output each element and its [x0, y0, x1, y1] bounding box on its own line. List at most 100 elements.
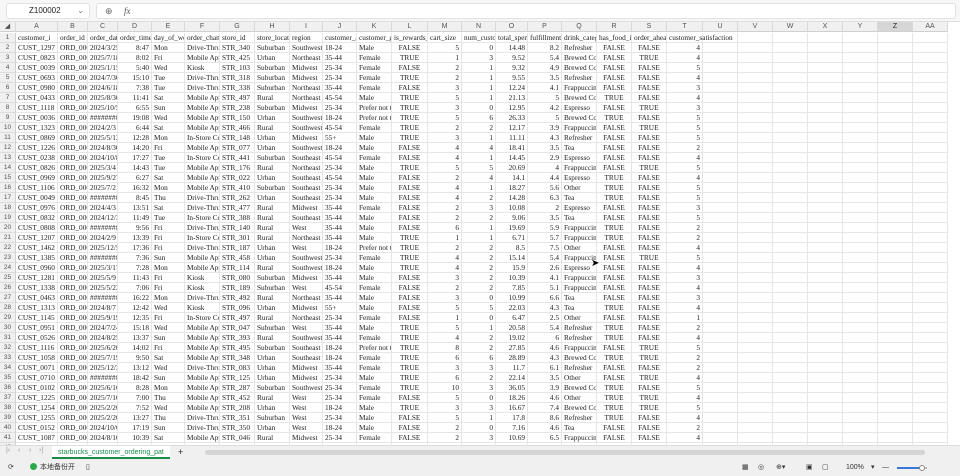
table-cell[interactable] — [913, 143, 948, 153]
table-cell[interactable]: 11:43 — [118, 273, 152, 283]
table-cell[interactable]: 2 — [428, 283, 462, 293]
table-cell[interactable]: 4 — [667, 93, 703, 103]
table-cell[interactable] — [808, 393, 843, 403]
table-cell[interactable]: 6 — [428, 223, 462, 233]
table-cell[interactable]: 2025/7/19 — [88, 353, 118, 363]
table-cell[interactable]: ORD_00000 — [58, 283, 88, 293]
table-cell[interactable] — [913, 213, 948, 223]
table-cell[interactable]: 10.99 — [496, 293, 528, 303]
table-cell[interactable] — [878, 273, 913, 283]
table-cell[interactable]: 22.03 — [496, 303, 528, 313]
table-cell[interactable]: Refresher — [562, 333, 597, 343]
table-cell[interactable]: FALSE — [632, 323, 667, 333]
table-cell[interactable]: Fri — [152, 223, 185, 233]
table-cell[interactable]: 5 — [528, 113, 562, 123]
table-cell[interactable]: ORD_00000 — [58, 173, 88, 183]
header-cell[interactable] — [808, 33, 843, 43]
table-cell[interactable]: TRUE — [632, 343, 667, 353]
table-cell[interactable]: 4 — [428, 253, 462, 263]
table-cell[interactable]: 3 — [667, 203, 703, 213]
table-cell[interactable] — [773, 393, 808, 403]
table-cell[interactable]: Tue — [152, 163, 185, 173]
table-cell[interactable]: Rural — [255, 293, 290, 303]
header-cell[interactable] — [843, 33, 878, 43]
table-cell[interactable]: Tea — [562, 303, 597, 313]
table-cell[interactable] — [878, 73, 913, 83]
table-cell[interactable]: Espresso — [562, 203, 597, 213]
table-cell[interactable]: Wed — [152, 113, 185, 123]
table-cell[interactable]: TRUE — [392, 73, 428, 83]
table-cell[interactable]: Southwest — [290, 333, 323, 343]
table-cell[interactable]: TRUE — [392, 233, 428, 243]
table-cell[interactable]: 9.06 — [496, 213, 528, 223]
table-cell[interactable]: FALSE — [632, 153, 667, 163]
table-cell[interactable] — [843, 373, 878, 383]
table-cell[interactable]: FALSE — [632, 283, 667, 293]
table-cell[interactable]: Prefer not t — [357, 243, 392, 253]
table-cell[interactable]: STR_083 — [220, 363, 255, 373]
table-cell[interactable]: CUST_0951 — [16, 323, 58, 333]
table-cell[interactable] — [913, 363, 948, 373]
table-cell[interactable]: Drive-Thru — [185, 413, 220, 423]
header-cell[interactable]: order_ahea — [632, 33, 667, 43]
column-header-U[interactable]: U — [703, 22, 738, 32]
table-cell[interactable]: 2 — [462, 263, 496, 273]
table-cell[interactable]: Refresher — [562, 43, 597, 53]
table-cell[interactable]: 5.4 — [528, 323, 562, 333]
column-header-H[interactable]: H — [255, 22, 290, 32]
table-cell[interactable]: TRUE — [392, 353, 428, 363]
table-cell[interactable]: Urban — [255, 193, 290, 203]
table-cell[interactable]: Tue — [152, 213, 185, 223]
table-cell[interactable]: Suburban — [255, 63, 290, 73]
table-cell[interactable]: 18-24 — [323, 353, 357, 363]
table-cell[interactable]: ORD_00000 — [58, 213, 88, 223]
table-cell[interactable]: 11.7 — [496, 363, 528, 373]
table-cell[interactable]: Tue — [152, 73, 185, 83]
table-cell[interactable] — [913, 313, 948, 323]
table-cell[interactable]: ORD_00000 — [58, 53, 88, 63]
table-cell[interactable]: STR_301 — [220, 233, 255, 243]
table-cell[interactable] — [878, 193, 913, 203]
table-cell[interactable]: 3 — [428, 273, 462, 283]
table-cell[interactable]: ORD_00000 — [58, 303, 88, 313]
table-cell[interactable]: Male — [357, 423, 392, 433]
table-cell[interactable] — [808, 213, 843, 223]
table-cell[interactable]: ORD_00000 — [58, 343, 88, 353]
table-cell[interactable] — [808, 293, 843, 303]
table-cell[interactable]: 13:27 — [118, 413, 152, 423]
horizontal-scrollbar[interactable] — [205, 450, 925, 455]
table-cell[interactable]: FALSE — [392, 203, 428, 213]
table-cell[interactable]: STR_318 — [220, 73, 255, 83]
table-cell[interactable]: 25-34 — [323, 373, 357, 383]
table-cell[interactable]: Fri — [152, 233, 185, 243]
table-cell[interactable]: 4 — [667, 373, 703, 383]
table-cell[interactable]: Suburban — [255, 83, 290, 93]
table-cell[interactable]: 2024/3/25 — [88, 43, 118, 53]
table-cell[interactable]: ORD_00000 — [58, 393, 88, 403]
table-cell[interactable] — [808, 103, 843, 113]
table-cell[interactable]: TRUE — [632, 163, 667, 173]
table-cell[interactable]: 5 — [428, 113, 462, 123]
freeze-icon[interactable]: ⊕▾ — [776, 459, 785, 476]
header-cell[interactable]: customer_i — [16, 33, 58, 43]
row-header[interactable]: 34 — [0, 363, 16, 373]
table-cell[interactable]: Refresher — [562, 73, 597, 83]
table-cell[interactable]: 3.5 — [528, 143, 562, 153]
table-cell[interactable]: 25-34 — [323, 183, 357, 193]
table-cell[interactable]: FALSE — [597, 423, 632, 433]
select-all-corner[interactable]: ◢ — [0, 22, 16, 32]
table-cell[interactable]: Male — [357, 43, 392, 53]
table-cell[interactable]: CUST_0238 — [16, 153, 58, 163]
table-cell[interactable]: 2024/6/18 — [88, 83, 118, 93]
table-cell[interactable]: Male — [357, 273, 392, 283]
table-cell[interactable]: Male — [357, 213, 392, 223]
table-cell[interactable]: 4.1 — [528, 83, 562, 93]
table-cell[interactable]: 3 — [667, 273, 703, 283]
table-cell[interactable]: 35-44 — [323, 323, 357, 333]
table-cell[interactable] — [738, 323, 773, 333]
table-cell[interactable] — [913, 283, 948, 293]
table-cell[interactable]: Fri — [152, 313, 185, 323]
table-cell[interactable] — [738, 113, 773, 123]
table-cell[interactable]: 18-24 — [323, 423, 357, 433]
table-cell[interactable]: Mobile App — [185, 173, 220, 183]
